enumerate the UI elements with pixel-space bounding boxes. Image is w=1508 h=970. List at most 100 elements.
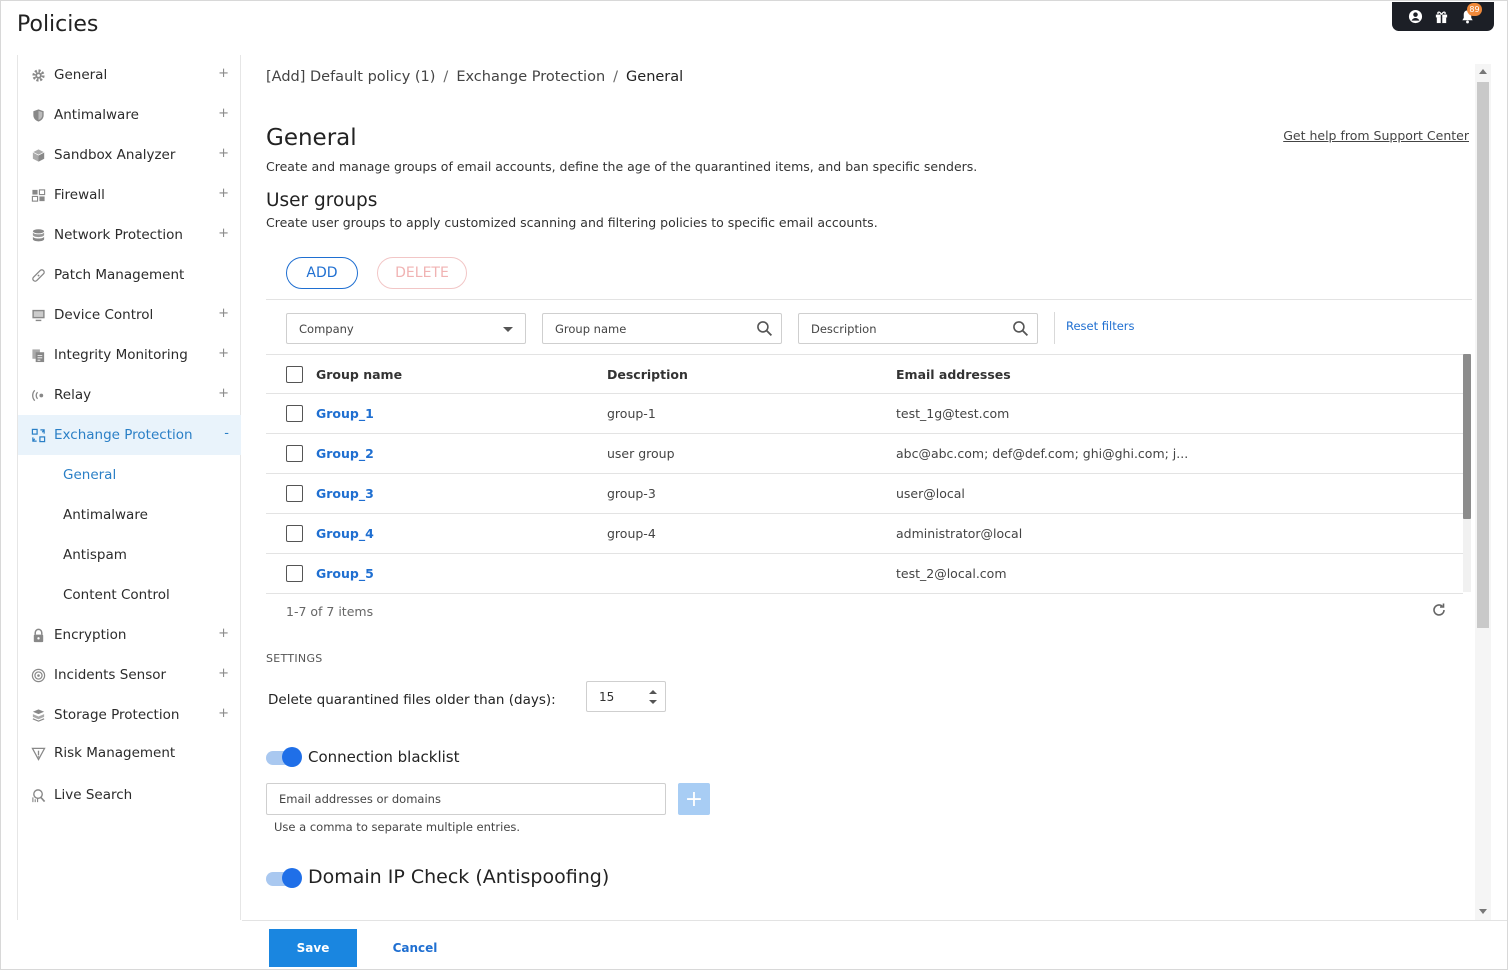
database-icon <box>30 227 46 243</box>
group-name-link[interactable]: Group_5 <box>316 566 374 581</box>
sidebar-item-label: Patch Management <box>54 267 185 283</box>
domain-ip-check-label: Domain IP Check (Antispoofing) <box>308 866 610 888</box>
column-header-email-addresses[interactable]: Email addresses <box>896 367 1011 382</box>
user-account-icon[interactable] <box>1406 8 1424 26</box>
sidebar-subitem-general[interactable]: General <box>63 455 116 495</box>
group-name-link[interactable]: Group_4 <box>316 526 374 541</box>
group-emails: abc@abc.com; def@def.com; ghi@ghi.com; j… <box>896 446 1189 461</box>
save-button[interactable]: Save <box>269 929 357 967</box>
row-checkbox[interactable] <box>286 565 303 582</box>
scroll-up-icon[interactable] <box>1479 69 1487 74</box>
quarantine-age-stepper[interactable]: 15 <box>586 681 666 712</box>
sidebar-item-label: Risk Management <box>54 745 176 761</box>
group-description: group-4 <box>607 526 656 541</box>
sidebar-item-antimalware[interactable]: Antimalware + <box>18 95 241 135</box>
settings-heading: SETTINGS <box>266 652 323 665</box>
section-title: General <box>266 125 357 151</box>
sidebar-subitem-antimalware[interactable]: Antimalware <box>63 495 148 535</box>
stepper-down-icon[interactable] <box>649 700 657 704</box>
main-content: [Add] Default policy (1) / Exchange Prot… <box>242 55 1475 920</box>
expand-icon[interactable]: + <box>218 146 229 161</box>
reset-filters-link[interactable]: Reset filters <box>1066 319 1135 333</box>
support-center-link[interactable]: Get help from Support Center <box>1283 128 1469 143</box>
sidebar-item-relay[interactable]: Relay + <box>18 375 241 415</box>
refresh-icon[interactable] <box>1430 601 1448 619</box>
expand-icon[interactable]: + <box>218 386 229 401</box>
breadcrumb-policy[interactable]: [Add] Default policy (1) <box>266 69 435 85</box>
sidebar-item-live-search[interactable]: Live Search <box>18 775 241 815</box>
group-name-link[interactable]: Group_3 <box>316 486 374 501</box>
page-scrollbar-thumb[interactable] <box>1477 82 1489 628</box>
group-description: group-1 <box>607 406 656 421</box>
gear-icon <box>30 67 46 83</box>
domain-ip-check-toggle[interactable] <box>266 868 302 888</box>
sidebar-item-patch-management[interactable]: Patch Management <box>18 255 241 295</box>
sidebar-item-label: Relay <box>54 387 92 403</box>
footer-bar: Save Cancel <box>242 920 1507 969</box>
gift-icon[interactable] <box>1432 8 1450 26</box>
sidebar-item-label: Integrity Monitoring <box>54 347 188 363</box>
quarantine-age-label: Delete quarantined files older than (day… <box>268 692 556 708</box>
sidebar-item-label: General <box>54 67 108 83</box>
expand-icon[interactable]: + <box>218 666 229 681</box>
stepper-up-icon[interactable] <box>649 690 657 694</box>
expand-icon[interactable]: + <box>218 106 229 121</box>
row-checkbox[interactable] <box>286 525 303 542</box>
storage-icon <box>30 707 46 723</box>
sidebar-item-exchange-protection[interactable]: Exchange Protection - <box>18 415 241 455</box>
expand-icon[interactable]: + <box>218 346 229 361</box>
delete-group-button[interactable]: DELETE <box>377 257 467 289</box>
add-group-button[interactable]: ADD <box>286 257 358 289</box>
cancel-button[interactable]: Cancel <box>377 929 453 967</box>
group-name-link[interactable]: Group_2 <box>316 446 374 461</box>
sidebar-item-encryption[interactable]: Encryption + <box>18 615 241 655</box>
row-checkbox[interactable] <box>286 485 303 502</box>
connection-blacklist-label: Connection blacklist <box>308 748 460 766</box>
sidebar-item-general[interactable]: General + <box>18 55 241 95</box>
sidebar-subitem-antispam[interactable]: Antispam <box>63 535 127 575</box>
blacklist-email-input[interactable]: Email addresses or domains <box>266 783 666 815</box>
sidebar-item-firewall[interactable]: Firewall + <box>18 175 241 215</box>
company-filter-select[interactable]: Company <box>286 313 526 344</box>
table-scrollbar-thumb[interactable] <box>1463 354 1471 519</box>
description-filter-input[interactable]: Description <box>798 313 1038 344</box>
sidebar-item-device-control[interactable]: Device Control + <box>18 295 241 335</box>
notifications-bell-icon[interactable]: 89 <box>1458 2 1482 26</box>
toggle-knob <box>282 868 302 888</box>
risk-icon <box>30 745 46 761</box>
breadcrumb-exchange-protection[interactable]: Exchange Protection <box>456 69 605 85</box>
exchange-icon <box>30 427 46 443</box>
column-header-description[interactable]: Description <box>607 367 688 382</box>
select-all-checkbox[interactable] <box>286 365 303 383</box>
blacklist-hint: Use a comma to separate multiple entries… <box>274 820 521 834</box>
company-filter-value: Company <box>299 321 354 336</box>
collapse-icon[interactable]: - <box>224 426 229 441</box>
shield-icon <box>30 107 46 123</box>
sidebar-item-label: Encryption <box>54 627 127 643</box>
connection-blacklist-toggle[interactable] <box>266 747 302 767</box>
row-checkbox[interactable] <box>286 445 303 462</box>
add-blacklist-entry-button[interactable]: + <box>678 783 710 815</box>
expand-icon[interactable]: + <box>218 706 229 721</box>
scroll-down-icon[interactable] <box>1479 909 1487 914</box>
sidebar-item-incidents-sensor[interactable]: Incidents Sensor + <box>18 655 241 695</box>
sidebar-subitem-content-control[interactable]: Content Control <box>63 575 170 615</box>
expand-icon[interactable]: + <box>218 626 229 641</box>
breadcrumb-current: General <box>626 69 684 85</box>
sidebar-item-risk-management[interactable]: Risk Management <box>18 733 241 773</box>
column-header-group-name[interactable]: Group name <box>316 367 402 382</box>
group-name-link[interactable]: Group_1 <box>316 406 374 421</box>
sidebar-item-sandbox-analyzer[interactable]: Sandbox Analyzer + <box>18 135 241 175</box>
expand-icon[interactable]: + <box>218 226 229 241</box>
group-emails: test_1g@test.com <box>896 406 1010 421</box>
notification-count-badge: 89 <box>1467 2 1482 16</box>
expand-icon[interactable]: + <box>218 66 229 81</box>
expand-icon[interactable]: + <box>218 306 229 321</box>
row-checkbox[interactable] <box>286 405 303 422</box>
sidebar-item-label: Live Search <box>54 787 133 803</box>
expand-icon[interactable]: + <box>218 186 229 201</box>
group-name-filter-input[interactable]: Group name <box>542 313 782 344</box>
sidebar-item-network-protection[interactable]: Network Protection + <box>18 215 241 255</box>
sidebar-item-storage-protection[interactable]: Storage Protection + <box>18 695 241 735</box>
sidebar-item-integrity-monitoring[interactable]: Integrity Monitoring + <box>18 335 241 375</box>
